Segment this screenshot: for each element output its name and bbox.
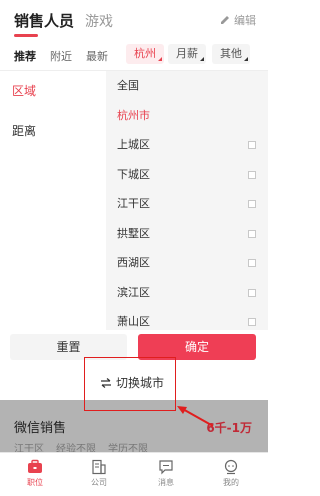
salary-filter-label: 月薪 <box>176 47 198 60</box>
district-label: 下城区 <box>117 167 150 181</box>
district-list: 全国 杭州市 上城区 下城区 江干区 拱墅区 西湖区 滨江区 萧山区 <box>106 71 268 330</box>
dropdown-corner-icon <box>200 57 204 61</box>
district-label: 西湖区 <box>117 256 150 269</box>
district-checkbox[interactable] <box>248 200 256 208</box>
district-label: 江干区 <box>117 197 150 210</box>
district-option[interactable]: 萧山区 <box>106 307 268 330</box>
district-label: 萧山区 <box>117 315 150 328</box>
category-area[interactable]: 区域 <box>0 71 106 111</box>
filter-bar: 推荐 附近 最新 杭州 月薪 其他 <box>0 40 268 68</box>
city-filter-chip[interactable]: 杭州 <box>126 44 164 64</box>
dropdown-corner-icon <box>244 57 248 61</box>
district-option[interactable]: 西湖区 <box>106 248 268 278</box>
other-filter-label: 其他 <box>220 47 242 60</box>
district-checkbox[interactable] <box>248 229 256 238</box>
district-checkbox[interactable] <box>248 141 256 149</box>
district-checkbox[interactable] <box>248 288 256 297</box>
job-title: 微信销售 <box>14 421 67 436</box>
briefcase-icon <box>28 459 42 473</box>
district-option[interactable]: 下城区 <box>106 160 268 190</box>
category-distance[interactable]: 距离 <box>0 111 106 151</box>
nav-mine[interactable]: 我的 <box>213 459 249 488</box>
area-filter-panel: 区域 距离 全国 杭州市 上城区 下城区 江干区 拱墅区 西湖区 滨江区 萧山区 <box>0 70 268 330</box>
salary-filter-chip[interactable]: 月薪 <box>168 44 206 64</box>
nav-position[interactable]: 职位 <box>17 459 53 488</box>
building-icon <box>92 459 106 475</box>
nav-message[interactable]: 消息 <box>148 459 184 488</box>
district-checkbox[interactable] <box>248 170 256 179</box>
district-label: 杭州市 <box>117 108 150 122</box>
nav-label: 职位 <box>27 478 43 487</box>
other-filter-chip[interactable]: 其他 <box>212 44 250 64</box>
nav-label: 公司 <box>91 478 107 487</box>
active-tab-indicator <box>14 34 38 37</box>
district-option[interactable]: 滨江区 <box>106 278 268 308</box>
nav-company[interactable]: 公司 <box>81 459 117 488</box>
bottom-navigation: 职位 公司 消息 我的 <box>0 452 268 496</box>
nav-label: 消息 <box>158 478 174 487</box>
city-filter-label: 杭州 <box>134 47 156 60</box>
top-tabs: 销售人员 游戏 编辑 <box>0 0 268 38</box>
district-label: 拱墅区 <box>117 226 150 240</box>
district-label: 全国 <box>117 79 139 92</box>
edit-button[interactable]: 编辑 <box>220 12 256 28</box>
filter-latest[interactable]: 最新 <box>86 48 108 64</box>
district-option[interactable]: 上城区 <box>106 130 268 160</box>
chat-bubble-icon <box>159 460 173 475</box>
district-label: 滨江区 <box>117 285 150 299</box>
user-face-icon <box>224 459 238 475</box>
nav-label: 我的 <box>223 478 239 487</box>
filter-category-list: 区域 距离 <box>0 71 106 330</box>
dropdown-corner-icon <box>158 57 162 61</box>
pencil-icon <box>221 16 229 24</box>
district-option[interactable]: 江干区 <box>106 189 268 219</box>
district-option[interactable]: 全国 <box>106 71 268 101</box>
district-checkbox[interactable] <box>248 259 256 267</box>
tab-sales[interactable]: 销售人员 <box>14 10 74 31</box>
tab-game[interactable]: 游戏 <box>85 11 113 31</box>
district-checkbox[interactable] <box>248 318 256 326</box>
district-option[interactable]: 拱墅区 <box>106 219 268 249</box>
annotation-arrow-icon <box>177 406 214 427</box>
filter-nearby[interactable]: 附近 <box>50 48 72 64</box>
district-label: 上城区 <box>117 138 150 151</box>
district-option[interactable]: 杭州市 <box>106 101 268 131</box>
edit-label: 编辑 <box>234 14 256 27</box>
annotation-highlight-box <box>84 357 176 411</box>
filter-recommend[interactable]: 推荐 <box>14 48 36 64</box>
